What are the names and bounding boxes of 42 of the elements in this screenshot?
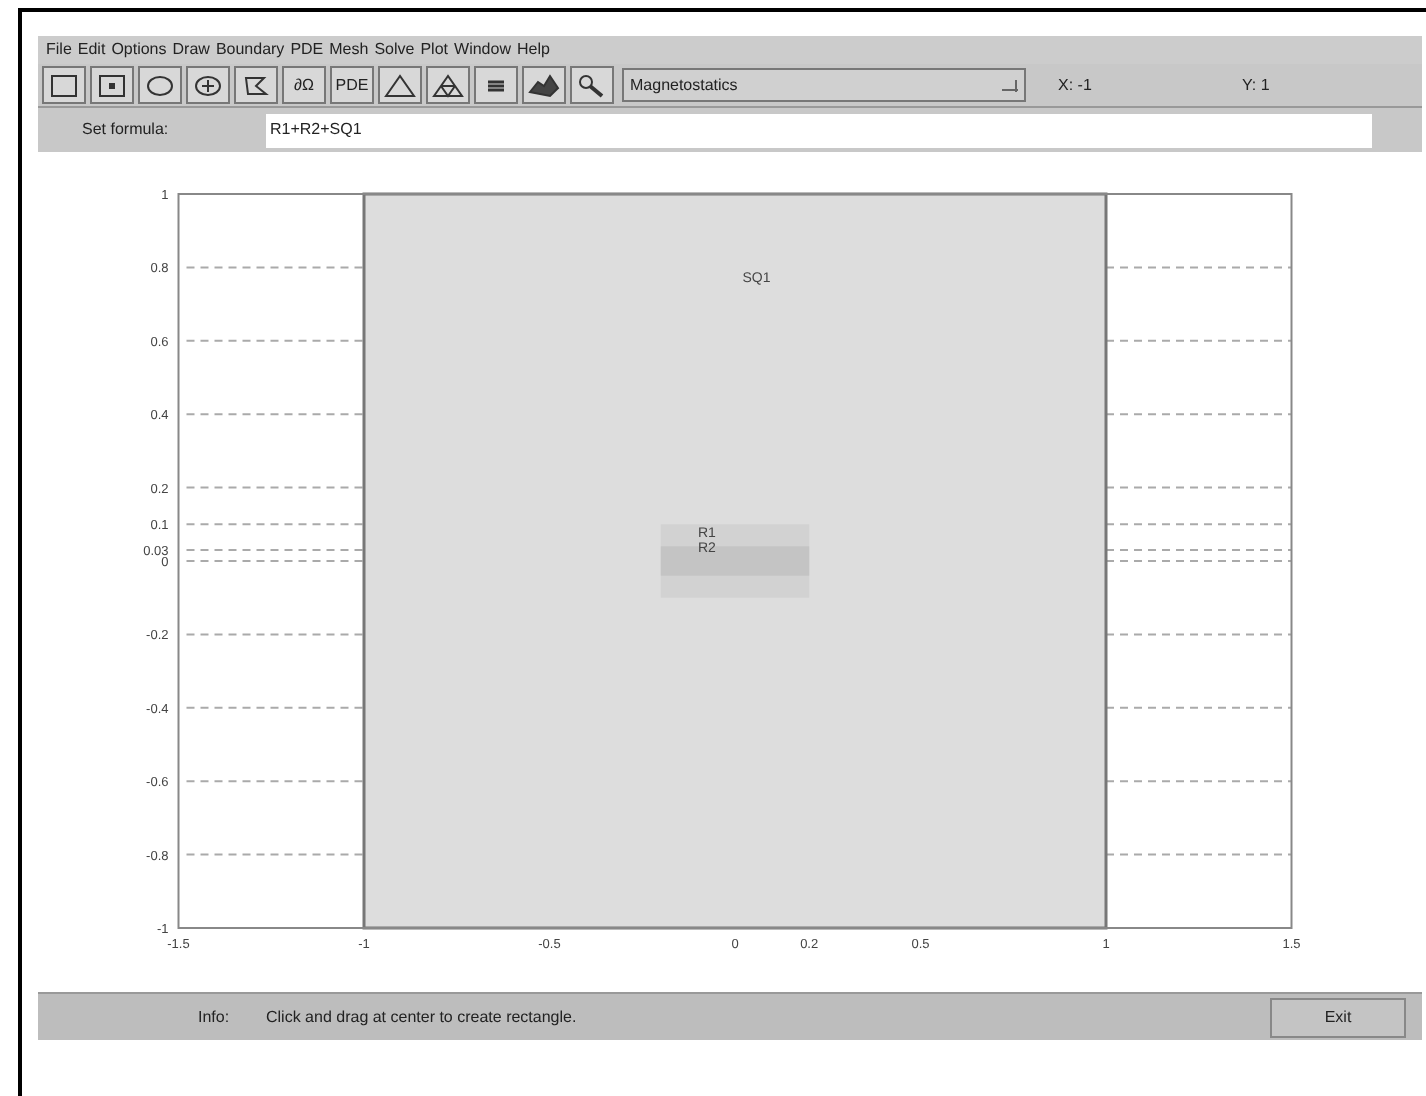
mode-dropdown[interactable]: Magnetostatics: [622, 68, 1026, 102]
refined-triangle-icon: [432, 71, 464, 99]
toolbar-button[interactable]: [522, 66, 566, 104]
menu-item[interactable]: PDE: [290, 42, 324, 58]
toolbar-button[interactable]: ∂Ω: [282, 66, 326, 104]
rectangle-center-icon: [96, 71, 128, 99]
info-message: Click and drag at center to create rectangle.: [266, 1005, 579, 1029]
toolbar-button[interactable]: [138, 66, 182, 104]
rectangle-icon: [48, 71, 80, 99]
toolbar-button[interactable]: [426, 66, 470, 104]
menu-item[interactable]: Options: [111, 42, 167, 58]
x-coordinate: X: -1: [1058, 73, 1094, 97]
triangle-icon: [384, 71, 416, 99]
menu-item[interactable]: Solve: [374, 42, 415, 58]
toolbar-button[interactable]: PDE: [330, 66, 374, 104]
y-coordinate: Y: 1: [1242, 73, 1270, 97]
toolbar-button[interactable]: [570, 66, 614, 104]
mode-value: Magnetostatics: [630, 73, 738, 97]
menu-item[interactable]: Edit: [77, 42, 106, 58]
toolbar-button[interactable]: [474, 66, 518, 104]
formula-field[interactable]: R1+R2+SQ1: [266, 113, 1372, 147]
menu-item[interactable]: Draw: [172, 42, 210, 58]
formula-label: Set formula:: [80, 118, 171, 142]
polygon-icon: [240, 71, 272, 99]
dropdown-icon: [1002, 79, 1018, 91]
menu-item[interactable]: Mesh: [329, 42, 369, 58]
toolbar-button[interactable]: [186, 66, 230, 104]
menu-item[interactable]: Help: [516, 42, 550, 58]
surface-plot-icon: [528, 71, 560, 99]
menu-item[interactable]: Boundary: [215, 42, 285, 58]
toolbar-button[interactable]: [378, 66, 422, 104]
toolbar-button[interactable]: [90, 66, 134, 104]
info-label: Info:: [196, 1005, 232, 1029]
menu-item[interactable]: Window: [454, 42, 511, 58]
toolbar-button[interactable]: [42, 66, 86, 104]
ellipse-center-icon: [192, 71, 224, 99]
zoom-icon: [576, 71, 608, 99]
ellipse-icon: [144, 71, 176, 99]
menu-item[interactable]: Plot: [420, 42, 449, 58]
toolbar-button[interactable]: [234, 66, 278, 104]
exit-button[interactable]: Exit: [1270, 997, 1406, 1037]
menu-item[interactable]: File: [46, 42, 72, 58]
